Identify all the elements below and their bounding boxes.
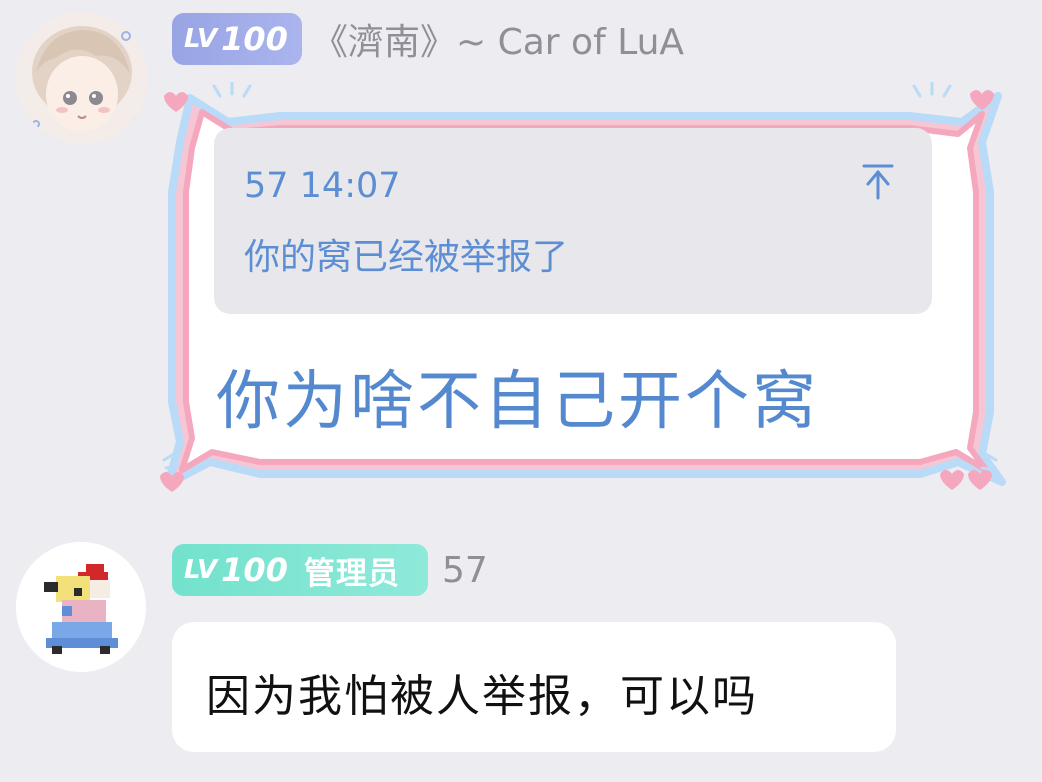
message-text: 因为我怕被人举报，可以吗 [206, 671, 758, 722]
anime-boy-avatar-icon [16, 12, 148, 144]
level-number: 100 [221, 20, 288, 58]
message-header-1: LV 100 《濟南》~ Car of LuA [172, 13, 684, 65]
chat-view: LV 100 《濟南》~ Car of LuA 57 14:07 你的窝已经被举… [0, 0, 1042, 782]
message-bubble[interactable]: 因为我怕被人举报，可以吗 [172, 622, 896, 752]
jump-to-top-icon[interactable] [860, 162, 896, 202]
message-text: 你为啥不自己开个窝 [216, 365, 819, 439]
quoted-message[interactable]: 57 14:07 你的窝已经被举报了 [214, 128, 932, 314]
decorated-message-bubble[interactable]: 57 14:07 你的窝已经被举报了 你为啥不自己开个窝 [150, 82, 1010, 494]
message-header-2: LV 100 管理员 57 [172, 544, 488, 596]
sender-name[interactable]: 57 [442, 550, 488, 591]
quote-meta: 57 14:07 [244, 166, 401, 206]
role-label: 管理员 [303, 555, 400, 592]
sender-name[interactable]: 《濟南》~ Car of LuA [312, 13, 684, 65]
level-prefix: LV [184, 555, 218, 585]
level-number: 100 [221, 551, 288, 589]
level-prefix: LV [184, 24, 218, 54]
user-avatar-57[interactable] [16, 542, 146, 672]
level-badge: LV 100 [172, 13, 302, 65]
admin-level-badge: LV 100 管理员 [172, 544, 428, 596]
user-avatar-car-of-lua[interactable] [16, 12, 148, 144]
pixel-character-avatar-icon [16, 542, 146, 672]
quote-text: 你的窝已经被举报了 [244, 237, 569, 278]
